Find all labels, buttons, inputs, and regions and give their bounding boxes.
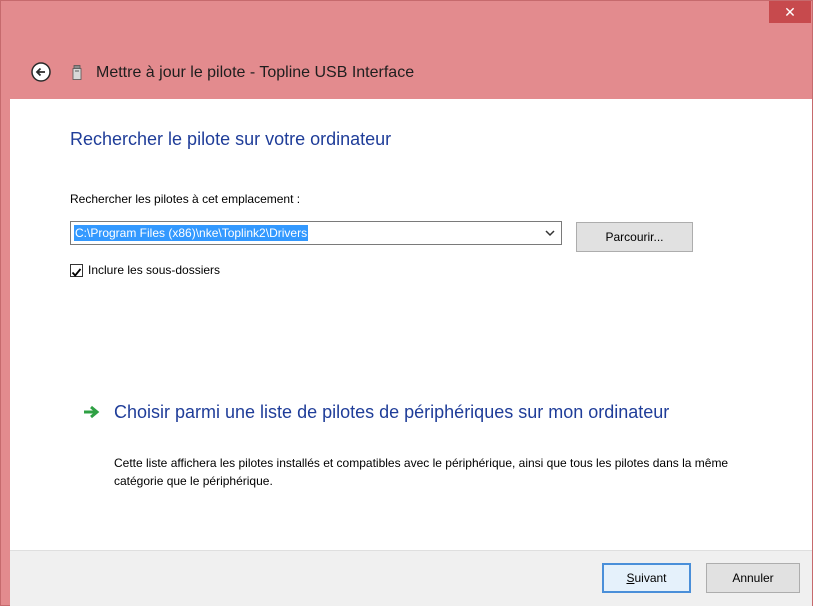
checkmark-icon <box>71 268 82 277</box>
include-subfolders-label: Inclure les sous-dossiers <box>88 263 221 277</box>
path-input[interactable]: C:\Program Files (x86)\nke\Toplink2\Driv… <box>74 225 309 241</box>
close-icon: ✕ <box>784 4 796 20</box>
path-combobox[interactable]: C:\Program Files (x86)\nke\Toplink2\Driv… <box>70 221 562 245</box>
title-bar: ✕ <box>1 1 812 37</box>
browse-button[interactable]: Parcourir... <box>576 222 693 252</box>
close-button[interactable]: ✕ <box>769 1 811 23</box>
back-arrow-icon[interactable] <box>31 62 51 82</box>
wizard-content: Rechercher le pilote sur votre ordinateu… <box>10 99 812 550</box>
chevron-down-icon[interactable] <box>543 225 557 241</box>
page-title: Rechercher le pilote sur votre ordinateu… <box>70 129 392 149</box>
cancel-button[interactable]: Annuler <box>706 563 800 593</box>
include-subfolders-checkbox[interactable] <box>70 264 83 277</box>
wizard-footer: Suivant Annuler <box>10 550 812 606</box>
next-button[interactable]: Suivant <box>602 563 691 593</box>
usb-device-icon <box>72 65 82 80</box>
update-driver-window: ✕ Mettre à jour le pilote - Topline USB … <box>0 0 813 606</box>
window-title: Mettre à jour le pilote - Topline USB In… <box>96 64 415 81</box>
choose-from-list-description: Cette liste affichera les pilotes instal… <box>114 456 729 488</box>
green-arrow-icon[interactable] <box>83 405 101 419</box>
location-label: Rechercher les pilotes à cet emplacement… <box>70 192 301 206</box>
choose-from-list-link[interactable]: Choisir parmi une liste de pilotes de pé… <box>114 399 734 425</box>
